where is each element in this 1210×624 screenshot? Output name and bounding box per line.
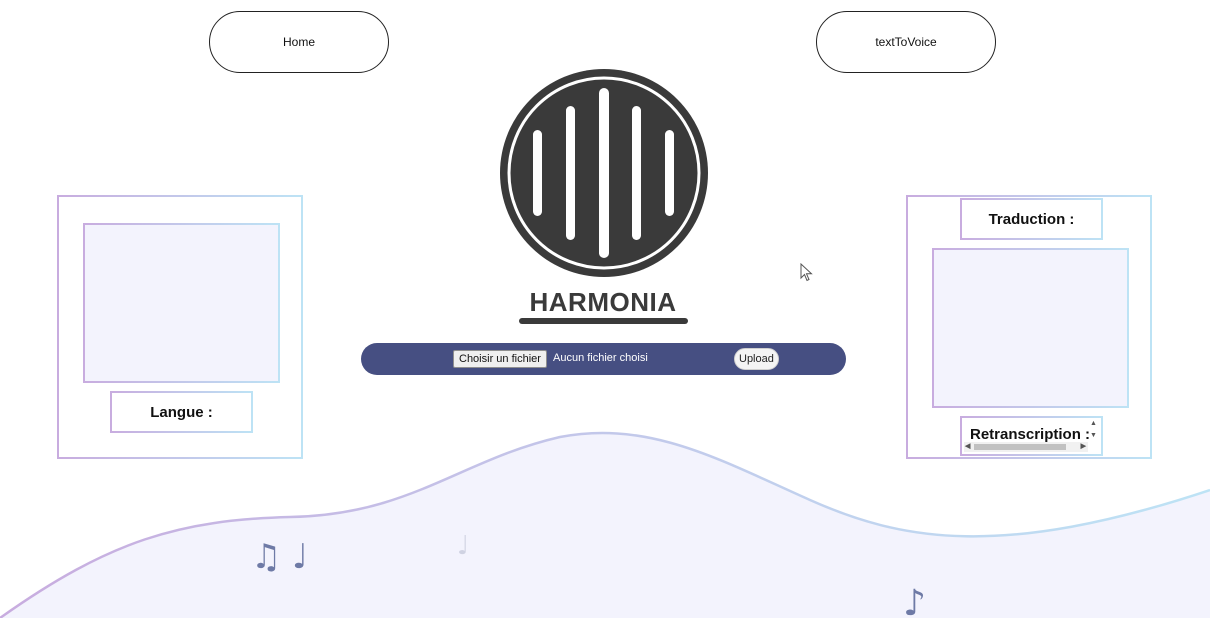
sound-wave-circle-icon [500,69,708,277]
beamed-eighth-notes-icon: ♫ [251,537,282,577]
text-to-voice-button[interactable]: textToVoice [816,11,996,73]
text-to-voice-button-label: textToVoice [875,35,937,49]
home-button[interactable]: Home [209,11,389,73]
scroll-down-icon[interactable]: ▼ [1090,432,1097,440]
language-label: Langue : [150,403,213,421]
mouse-cursor-icon [800,263,813,282]
eighth-note-icon: ♪ [903,583,926,624]
scroll-left-icon[interactable]: ◀ [965,443,970,451]
language-selector[interactable]: Langue : [110,391,253,433]
translation-label: Traduction : [988,210,1075,228]
brand-title: HARMONIA [529,287,677,317]
upload-button[interactable]: Upload [734,348,779,370]
horizontal-scroll-thumb[interactable] [974,444,1066,450]
scroll-right-icon[interactable]: ▶ [1081,443,1086,451]
vertical-scrollbar[interactable]: ▲ ▼ [1089,420,1099,444]
source-text-area[interactable] [83,223,280,383]
translation-button[interactable]: Traduction : [960,198,1103,240]
brand-underline [519,318,688,324]
quarter-note-icon: ♩ [292,537,309,577]
translation-text-area[interactable] [932,248,1129,408]
source-panel: Langue : [57,195,303,459]
upload-bar: Choisir un fichier Aucun fichier choisi … [361,343,846,375]
transcription-label: Retranscription : [970,426,1091,443]
choose-file-button[interactable]: Choisir un fichier [453,350,547,368]
scroll-up-icon[interactable]: ▲ [1090,420,1097,428]
home-button-label: Home [282,35,315,49]
transcription-box[interactable]: Retranscription : ▲ ▼ ◀ ▶ [960,416,1103,456]
output-panel: Traduction : Retranscription : ▲ ▼ ◀ ▶ [906,195,1152,459]
horizontal-scrollbar[interactable]: ◀ ▶ [964,442,1088,452]
quarter-note-icon: ♩ [457,531,470,561]
file-status: Aucun fichier choisi [553,352,648,364]
